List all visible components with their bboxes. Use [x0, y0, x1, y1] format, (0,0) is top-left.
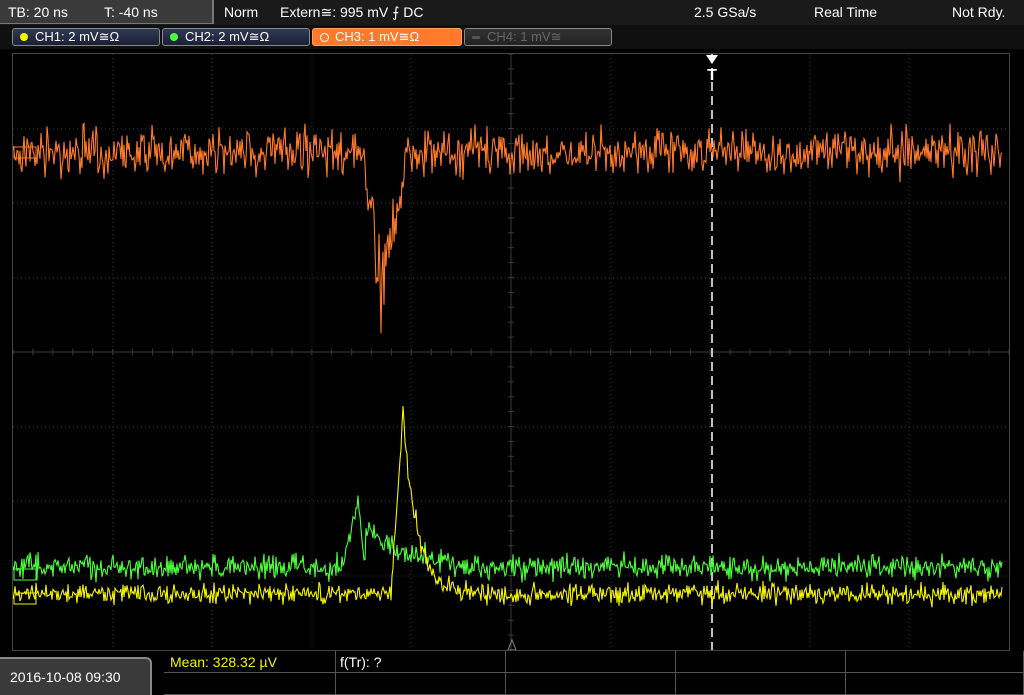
- trigger-source-label: Extern≅: 995 mV ⨍ DC: [280, 4, 424, 20]
- status-bar: TB: 20 ns T: -40 ns Norm Extern≅: 995 mV…: [0, 0, 1024, 25]
- channel-4-indicator-icon: [472, 36, 480, 39]
- channel-4-button[interactable]: CH4: 1 mV≅: [464, 28, 612, 46]
- channel-1-label: CH1: 2 mV≅Ω: [35, 29, 120, 44]
- timebase-panel[interactable]: TB: 20 ns T: -40 ns: [0, 0, 214, 24]
- center-marker-icon: [507, 638, 517, 651]
- trigger-marker-label: T: [707, 67, 717, 84]
- measurement-ftr-value: f(Tr): ?: [340, 654, 382, 670]
- waveform-canvas: T: [12, 53, 1010, 651]
- measurement-mean-value: Mean: 328.32 µV: [170, 654, 277, 670]
- channel-3-trace: [12, 122, 1003, 334]
- channel-2-indicator-icon: [170, 33, 178, 41]
- sample-rate-label: 2.5 GSa/s: [694, 4, 757, 20]
- channel-1-button[interactable]: CH1: 2 mV≅Ω: [12, 28, 160, 46]
- channel-2-button[interactable]: CH2: 2 mV≅Ω: [162, 28, 310, 46]
- waveform-display[interactable]: T: [12, 53, 1010, 651]
- channel-2-label: CH2: 2 mV≅Ω: [185, 29, 270, 44]
- channel-1-indicator-icon: [20, 33, 28, 41]
- channel-bar: CH1: 2 mV≅Ω CH2: 2 mV≅Ω CH3: 1 mV≅Ω CH4:…: [0, 25, 1024, 49]
- channel-3-label: CH3: 1 mV≅Ω: [335, 29, 420, 44]
- trigger-panel[interactable]: Norm Extern≅: 995 mV ⨍ DC 2.5 GSa/s Real…: [216, 0, 1024, 24]
- status-label: Not Rdy.: [952, 4, 1006, 20]
- measurement-panel[interactable]: Mean: 328.32 µV f(Tr): ?: [164, 651, 1024, 695]
- footer-bar: 2016-10-08 09:30 Mean: 328.32 µV f(Tr): …: [0, 651, 1024, 695]
- timebase-label: TB: 20 ns: [8, 4, 68, 20]
- acquisition-mode-label: Real Time: [814, 4, 878, 20]
- channel-1-trace: [12, 406, 1003, 608]
- datetime-display: 2016-10-08 09:30: [0, 657, 152, 695]
- trigger-position-icon[interactable]: [706, 55, 718, 64]
- channel-3-indicator-icon: [320, 33, 329, 42]
- trigger-time-label: T: -40 ns: [104, 4, 158, 20]
- channel-4-label: CH4: 1 mV≅: [487, 29, 562, 44]
- trigger-mode-label: Norm: [224, 4, 259, 20]
- channel-3-button[interactable]: CH3: 1 mV≅Ω: [312, 28, 462, 46]
- channel-2-trace: [12, 495, 1003, 583]
